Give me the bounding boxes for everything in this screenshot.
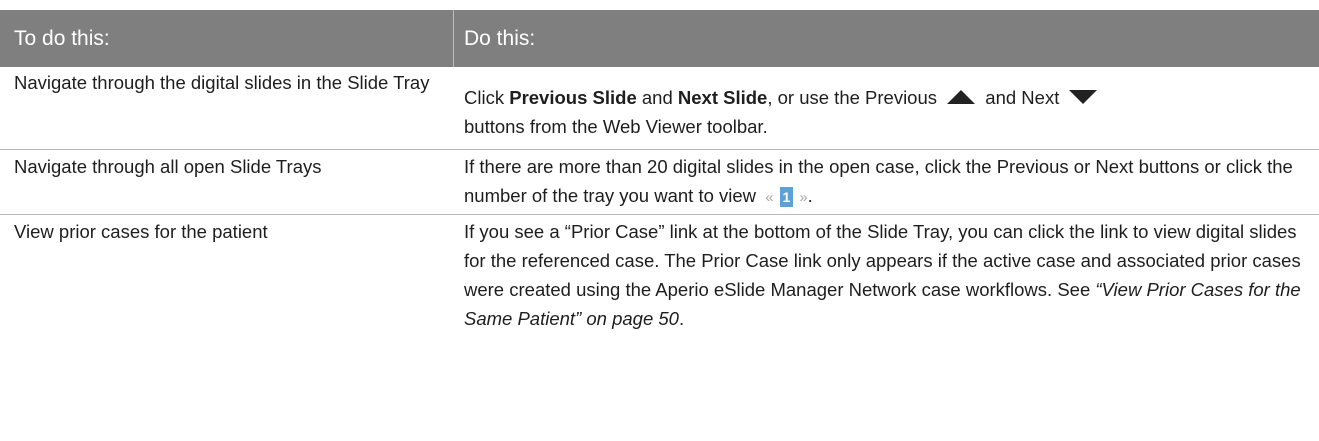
action-text: If there are more than 20 digital slides… bbox=[464, 156, 1293, 206]
action-cell: If you see a “Prior Case” link at the bo… bbox=[454, 215, 1319, 371]
action-text: . bbox=[678, 308, 685, 329]
pager-page-number: 1 bbox=[779, 187, 794, 208]
action-text: , or use the Previous bbox=[767, 87, 943, 108]
header-to-do-this: To do this: bbox=[0, 10, 454, 67]
action-text: Click bbox=[464, 87, 510, 108]
action-text: . bbox=[807, 185, 813, 206]
table-row: Navigate through all open Slide Trays If… bbox=[0, 150, 1319, 215]
previous-slide-label: Previous Slide bbox=[509, 87, 637, 108]
action-text: and Next bbox=[980, 87, 1065, 108]
triangle-up-icon bbox=[947, 90, 976, 105]
tray-pager: « 1 » bbox=[765, 183, 808, 212]
task-cell: View prior cases for the patient bbox=[14, 221, 268, 242]
triangle-down-icon bbox=[1069, 90, 1098, 105]
table-header: To do this: Do this: bbox=[0, 10, 1319, 67]
action-cell: Click Previous Slide and Next Slide, or … bbox=[454, 67, 1319, 149]
instructions-table: To do this: Do this: Navigate through th… bbox=[0, 10, 1319, 371]
pager-next-icon: » bbox=[799, 188, 808, 206]
action-cell: If there are more than 20 digital slides… bbox=[454, 150, 1319, 214]
action-text: buttons from the Web Viewer toolbar. bbox=[464, 116, 768, 137]
table-row: Navigate through the digital slides in t… bbox=[0, 67, 1319, 150]
next-slide-label: Next Slide bbox=[677, 87, 768, 108]
action-text: and bbox=[636, 87, 678, 108]
header-do-this: Do this: bbox=[464, 26, 536, 50]
task-cell: Navigate through the digital slides in t… bbox=[14, 72, 430, 93]
task-cell: Navigate through all open Slide Trays bbox=[14, 156, 322, 177]
pager-prev-icon: « bbox=[765, 188, 774, 206]
table-row: View prior cases for the patient If you … bbox=[0, 215, 1319, 371]
